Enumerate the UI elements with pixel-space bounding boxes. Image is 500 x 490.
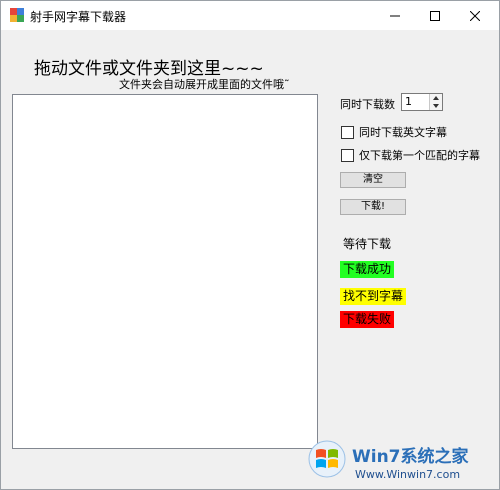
status-success-legend: 下载成功 [340,261,395,278]
title-bar[interactable]: 射手网字幕下载器 [1,1,499,30]
app-window: 射手网字幕下载器 拖动文件或文件夹到这里~~~ 文件夹会自动展开成里面的文件哦˜… [0,0,500,490]
status-not-found-legend: 找不到字幕 [340,288,407,305]
clear-button[interactable]: 清空 [340,172,406,188]
maximize-button[interactable] [415,1,455,30]
spinner-down-button[interactable] [430,102,442,110]
minimize-icon [390,15,400,16]
maximize-icon [430,10,440,21]
english-subtitle-checkbox[interactable] [341,125,354,139]
download-button[interactable]: 下载! [340,199,406,215]
first-match-option[interactable]: 仅下载第一个匹配的字幕 [341,148,480,162]
concurrent-downloads-label: 同时下载数 [340,98,395,111]
window-title: 射手网字幕下载器 [30,10,127,24]
spinner-up-button[interactable] [430,94,442,102]
status-waiting-legend: 等待下载 [343,237,392,251]
watermark-url: Www.Winwin7.com [355,468,461,481]
watermark: Win7系统之家 Www.Winwin7.com [300,432,500,490]
chevron-down-icon [433,104,439,108]
concurrent-downloads-spinner[interactable]: 1 [401,93,443,111]
concurrent-downloads-value[interactable]: 1 [405,95,412,108]
windows-logo-icon [308,440,346,478]
minimize-button[interactable] [375,1,415,30]
status-failed-legend: 下载失败 [340,311,395,328]
close-button[interactable] [455,1,495,30]
english-subtitle-option[interactable]: 同时下载英文字幕 [341,125,447,139]
first-match-checkbox[interactable] [341,148,354,162]
english-subtitle-label: 同时下载英文字幕 [359,126,447,139]
spinner-buttons [429,94,442,110]
drop-subheading: 文件夹会自动展开成里面的文件哦˜ [119,78,290,91]
first-match-label: 仅下载第一个匹配的字幕 [359,149,480,162]
watermark-title: Win7系统之家 [352,447,469,467]
chevron-up-icon [433,96,439,100]
close-icon [470,10,480,21]
app-icon [10,8,24,22]
file-drop-list[interactable] [12,94,318,449]
